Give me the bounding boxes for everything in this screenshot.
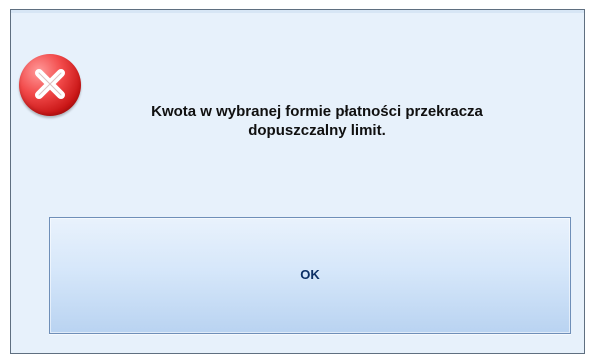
error-icon [19, 54, 81, 116]
dialog-top-strip [11, 10, 584, 13]
error-dialog: Kwota w wybranej formie płatności przekr… [10, 9, 585, 354]
error-message: Kwota w wybranej formie płatności przekr… [151, 103, 483, 139]
ok-button-label: OK [300, 267, 320, 282]
ok-button[interactable]: OK [49, 217, 571, 334]
